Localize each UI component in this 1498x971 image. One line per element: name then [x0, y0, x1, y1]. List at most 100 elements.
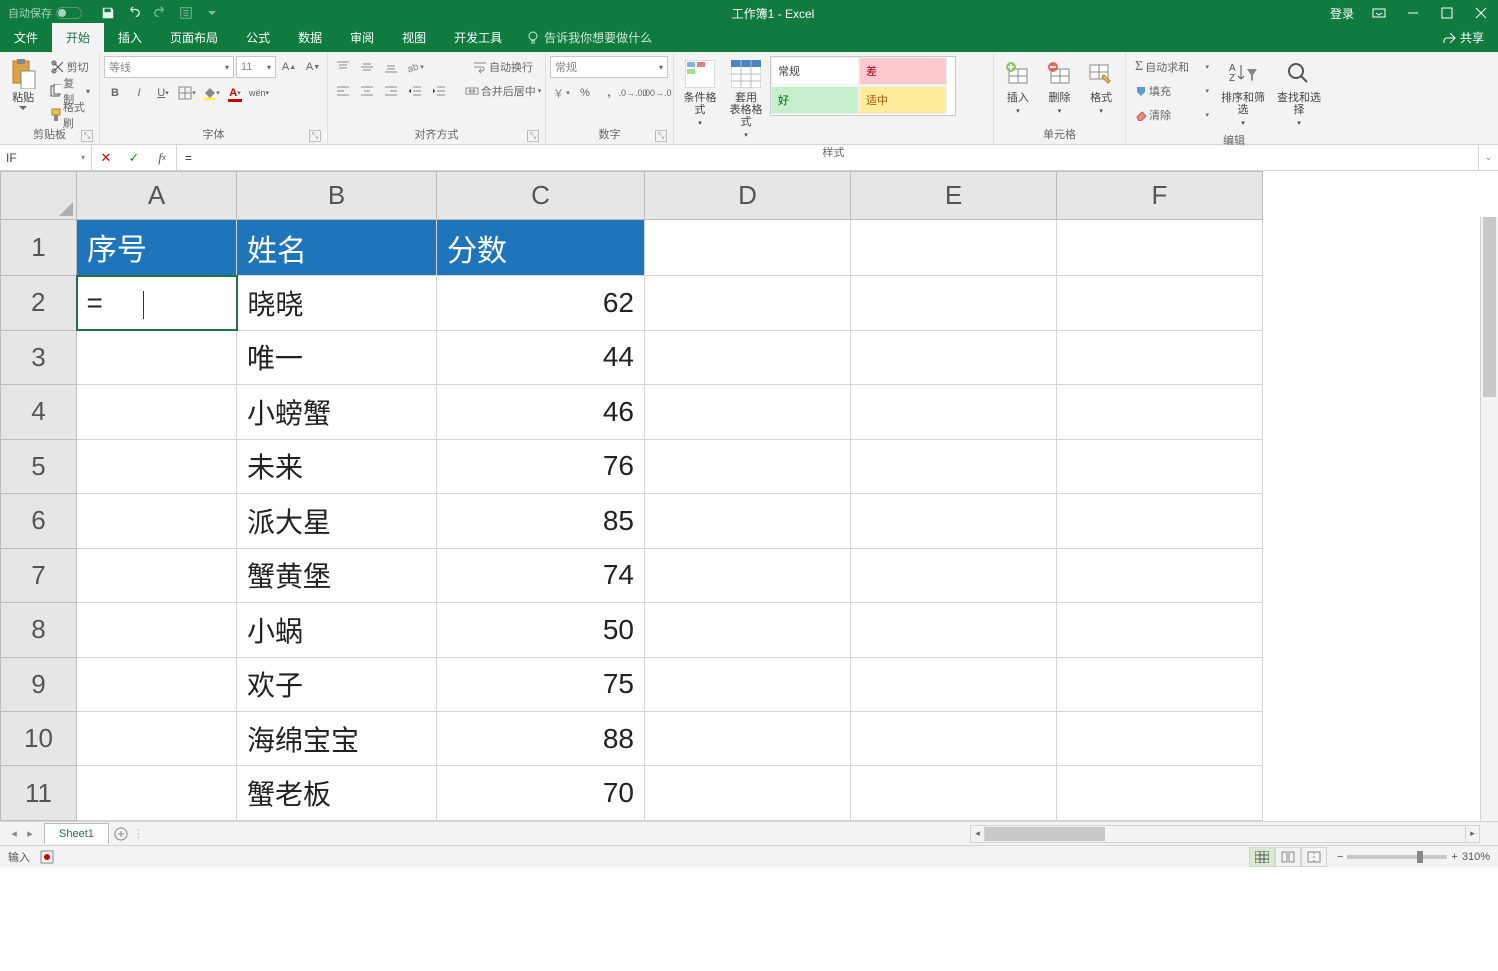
worksheet-grid[interactable]: ABCDEF1序号姓名分数2=晓晓623唯一444小螃蟹465未来766派大星8…: [0, 171, 1498, 821]
save-icon[interactable]: [96, 1, 120, 25]
style-neutral[interactable]: 适中: [859, 86, 947, 114]
cell[interactable]: [1057, 385, 1263, 439]
dialog-launcher-icon[interactable]: ⤡: [655, 130, 667, 142]
cell[interactable]: [851, 548, 1057, 602]
column-header[interactable]: D: [645, 172, 851, 220]
cell[interactable]: [77, 766, 237, 821]
tab-insert[interactable]: 插入: [104, 23, 156, 52]
merge-center-button[interactable]: 合并后居中▾: [458, 80, 548, 102]
paste-button[interactable]: 粘贴: [4, 56, 42, 112]
dialog-launcher-icon[interactable]: ⤡: [81, 130, 93, 142]
format-painter-button[interactable]: 格式刷: [44, 104, 95, 126]
cell[interactable]: [1057, 766, 1263, 821]
cell[interactable]: [77, 385, 237, 439]
cell[interactable]: [77, 657, 237, 711]
row-header[interactable]: 5: [1, 439, 77, 493]
cell[interactable]: [1057, 603, 1263, 657]
tab-data[interactable]: 数据: [284, 23, 336, 52]
tab-view[interactable]: 视图: [388, 23, 440, 52]
cell[interactable]: 76: [437, 439, 645, 493]
align-middle-icon[interactable]: [356, 56, 378, 78]
fill-button[interactable]: 填充▾: [1130, 80, 1214, 102]
zoom-slider[interactable]: [1347, 855, 1447, 859]
cell[interactable]: 蟹黄堡: [237, 548, 437, 602]
border-button[interactable]: ▾: [176, 82, 198, 104]
cell[interactable]: [851, 385, 1057, 439]
align-center-icon[interactable]: [356, 80, 378, 102]
zoom-out-icon[interactable]: −: [1337, 851, 1343, 863]
percent-format-icon[interactable]: %: [574, 82, 596, 104]
cell[interactable]: 海绵宝宝: [237, 711, 437, 765]
align-right-icon[interactable]: [380, 80, 402, 102]
tab-file[interactable]: 文件: [0, 23, 52, 52]
cell[interactable]: 50: [437, 603, 645, 657]
cell[interactable]: [645, 711, 851, 765]
insert-cells-button[interactable]: 插入▾: [998, 56, 1038, 120]
increase-indent-icon[interactable]: [428, 80, 450, 102]
font-size-combo[interactable]: 11▾: [236, 56, 276, 78]
column-header[interactable]: F: [1057, 172, 1263, 220]
cell[interactable]: [1057, 220, 1263, 276]
column-header[interactable]: C: [437, 172, 645, 220]
orientation-button[interactable]: ab▾: [404, 56, 426, 78]
cell[interactable]: [851, 766, 1057, 821]
cell[interactable]: 70: [437, 766, 645, 821]
column-header[interactable]: B: [237, 172, 437, 220]
cell[interactable]: [645, 385, 851, 439]
cell[interactable]: [851, 603, 1057, 657]
decrease-decimal-icon[interactable]: .00→.0: [646, 82, 668, 104]
touch-mode-icon[interactable]: [174, 1, 198, 25]
macro-record-icon[interactable]: [40, 850, 54, 864]
cell[interactable]: [1057, 711, 1263, 765]
cell[interactable]: [1057, 548, 1263, 602]
decrease-indent-icon[interactable]: [404, 80, 426, 102]
cell[interactable]: 小蜗: [237, 603, 437, 657]
cell[interactable]: [77, 330, 237, 384]
number-format-combo[interactable]: 常规▾: [550, 56, 668, 78]
row-header[interactable]: 1: [1, 220, 77, 276]
cell-styles-gallery[interactable]: 常规 差 好 适中: [770, 56, 956, 116]
select-all-corner[interactable]: [1, 172, 77, 220]
cell[interactable]: [851, 494, 1057, 548]
row-header[interactable]: 3: [1, 330, 77, 384]
align-top-icon[interactable]: [332, 56, 354, 78]
cell[interactable]: 小螃蟹: [237, 385, 437, 439]
column-header[interactable]: E: [851, 172, 1057, 220]
cell[interactable]: [645, 439, 851, 493]
row-header[interactable]: 4: [1, 385, 77, 439]
increase-decimal-icon[interactable]: .0→.00: [622, 82, 644, 104]
cell[interactable]: 62: [437, 276, 645, 330]
vertical-scrollbar[interactable]: [1480, 217, 1498, 821]
cell[interactable]: [851, 330, 1057, 384]
row-header[interactable]: 9: [1, 657, 77, 711]
comma-format-icon[interactable]: ,: [598, 82, 620, 104]
cell[interactable]: [645, 766, 851, 821]
cell[interactable]: 未来: [237, 439, 437, 493]
login-button[interactable]: 登录: [1322, 5, 1362, 22]
tab-dev[interactable]: 开发工具: [440, 23, 516, 52]
horizontal-scrollbar[interactable]: ◂▸: [970, 825, 1480, 843]
cell[interactable]: 分数: [437, 220, 645, 276]
format-cells-button[interactable]: 格式▾: [1081, 56, 1121, 120]
sheet-nav-next-icon[interactable]: ▸: [22, 827, 38, 840]
page-layout-view-icon[interactable]: [1275, 847, 1301, 867]
cell[interactable]: [645, 276, 851, 330]
cell[interactable]: [77, 548, 237, 602]
fx-icon[interactable]: fx: [148, 150, 176, 166]
cell[interactable]: [1057, 439, 1263, 493]
tab-formulas[interactable]: 公式: [232, 23, 284, 52]
phonetic-button[interactable]: wén▾: [248, 82, 270, 104]
active-cell[interactable]: =: [77, 276, 237, 330]
underline-button[interactable]: U▾: [152, 82, 174, 104]
cell[interactable]: [77, 494, 237, 548]
cell[interactable]: [851, 711, 1057, 765]
normal-view-icon[interactable]: [1249, 847, 1275, 867]
row-header[interactable]: 10: [1, 711, 77, 765]
new-sheet-button[interactable]: [109, 822, 133, 846]
cell[interactable]: [645, 330, 851, 384]
cell[interactable]: 88: [437, 711, 645, 765]
format-as-table-button[interactable]: 套用 表格格式▾: [724, 56, 768, 144]
expand-formula-bar-icon[interactable]: ⌄: [1478, 145, 1498, 170]
tell-me[interactable]: 告诉我你想要做什么: [516, 23, 662, 52]
delete-cells-button[interactable]: 删除▾: [1040, 56, 1080, 120]
